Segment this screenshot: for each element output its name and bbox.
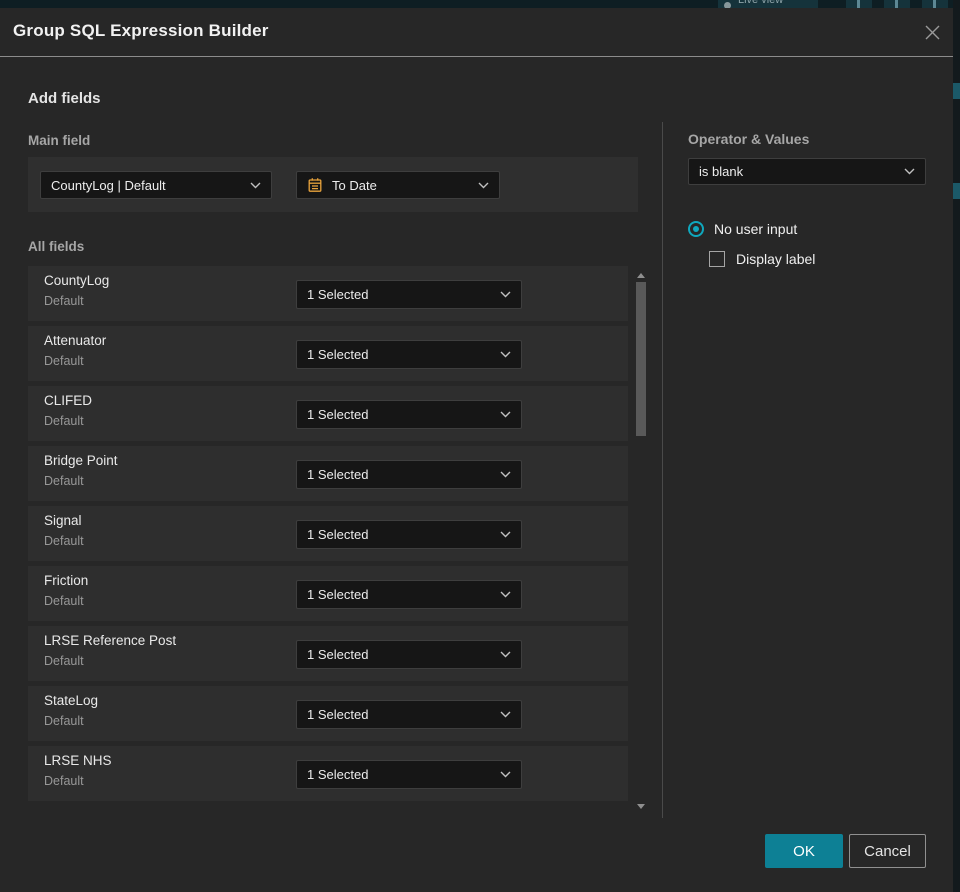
field-name: CountyLog	[44, 273, 110, 288]
field-name: CLIFED	[44, 393, 93, 408]
field-name: LRSE NHS	[44, 753, 112, 768]
chevron-down-icon	[500, 291, 511, 298]
field-subtitle: Default	[44, 354, 84, 368]
chevron-down-icon	[250, 182, 261, 189]
field-row: Bridge Point Default 1 Selected	[28, 446, 628, 501]
scrollbar-down-arrow-icon[interactable]	[637, 804, 645, 809]
app-edge-accent	[953, 83, 960, 99]
checkbox-icon	[709, 251, 725, 267]
selected-count-select[interactable]: 1 Selected	[296, 580, 522, 609]
selected-count-value: 1 Selected	[307, 287, 369, 302]
radio-label: No user input	[714, 221, 798, 237]
toolbar-fragment	[846, 0, 872, 8]
selected-count-value: 1 Selected	[307, 407, 369, 422]
chevron-down-icon	[500, 711, 511, 718]
calendar-icon	[307, 177, 323, 193]
field-type-select[interactable]: To Date	[296, 171, 500, 199]
field-row: LRSE NHS Default 1 Selected	[28, 746, 628, 801]
field-name: LRSE Reference Post	[44, 633, 177, 648]
app-top-strip: Live view	[0, 0, 960, 8]
field-row: StateLog Default 1 Selected	[28, 686, 628, 741]
chevron-down-icon	[904, 168, 915, 175]
selected-count-select[interactable]: 1 Selected	[296, 460, 522, 489]
dialog-title: Group SQL Expression Builder	[13, 21, 269, 40]
group-sql-expression-builder-dialog: Group SQL Expression Builder Add fields …	[0, 8, 953, 892]
chevron-down-icon	[500, 411, 511, 418]
field-row: LRSE Reference Post Default 1 Selected	[28, 626, 628, 681]
list-scrollbar[interactable]	[633, 268, 649, 814]
field-name: Bridge Point	[44, 453, 118, 468]
operator-select-value: is blank	[699, 164, 744, 179]
field-subtitle: Default	[44, 414, 84, 428]
selected-count-value: 1 Selected	[307, 647, 369, 662]
chevron-down-icon	[500, 771, 511, 778]
selected-count-value: 1 Selected	[307, 347, 369, 362]
close-icon	[925, 25, 939, 39]
ok-button[interactable]: OK	[765, 834, 843, 868]
add-fields-heading: Add fields	[28, 90, 101, 107]
main-field-select[interactable]: CountyLog | Default	[40, 171, 272, 199]
selected-count-select[interactable]: 1 Selected	[296, 760, 522, 789]
field-type-select-value: To Date	[332, 177, 377, 193]
checkbox-label: Display label	[736, 251, 816, 267]
scrollbar-up-arrow-icon[interactable]	[637, 273, 645, 278]
selected-count-select[interactable]: 1 Selected	[296, 700, 522, 729]
chevron-down-icon	[500, 471, 511, 478]
operator-select[interactable]: is blank	[688, 158, 926, 185]
field-row: Attenuator Default 1 Selected	[28, 326, 628, 381]
selected-count-value: 1 Selected	[307, 467, 369, 482]
main-field-panel: CountyLog | Default To Date	[28, 157, 638, 212]
field-subtitle: Default	[44, 714, 84, 728]
selected-count-value: 1 Selected	[307, 527, 369, 542]
live-view-indicator[interactable]: Live view	[718, 0, 818, 8]
field-name: Signal	[44, 513, 82, 528]
app-edge-strip	[953, 0, 960, 892]
field-name: Friction	[44, 573, 89, 588]
scrollbar-thumb[interactable]	[636, 282, 646, 436]
field-name: StateLog	[44, 693, 99, 708]
operator-values-label: Operator & Values	[688, 131, 810, 147]
field-subtitle: Default	[44, 534, 84, 548]
pane-divider	[662, 122, 663, 818]
selected-count-value: 1 Selected	[307, 767, 369, 782]
radio-icon	[688, 221, 704, 237]
toolbar-fragment	[922, 0, 948, 8]
field-subtitle: Default	[44, 474, 84, 488]
field-row: CountyLog Default 1 Selected	[28, 266, 628, 321]
toolbar-fragment	[884, 0, 910, 8]
main-field-label: Main field	[28, 133, 91, 148]
field-row: Friction Default 1 Selected	[28, 566, 628, 621]
field-row: CLIFED Default 1 Selected	[28, 386, 628, 441]
all-fields-label: All fields	[28, 239, 85, 254]
chevron-down-icon	[500, 531, 511, 538]
selected-count-select[interactable]: 1 Selected	[296, 520, 522, 549]
selected-count-select[interactable]: 1 Selected	[296, 280, 522, 309]
field-subtitle: Default	[44, 594, 84, 608]
selected-count-value: 1 Selected	[307, 587, 369, 602]
selected-count-select[interactable]: 1 Selected	[296, 340, 522, 369]
cancel-button[interactable]: Cancel	[849, 834, 926, 868]
field-name: Attenuator	[44, 333, 107, 348]
live-view-label: Live view	[738, 0, 784, 6]
field-row: Signal Default 1 Selected	[28, 506, 628, 561]
selected-count-select[interactable]: 1 Selected	[296, 400, 522, 429]
main-field-select-value: CountyLog | Default	[51, 177, 166, 193]
chevron-down-icon	[500, 651, 511, 658]
close-button[interactable]	[915, 14, 949, 50]
field-subtitle: Default	[44, 294, 84, 308]
app-edge-accent	[953, 183, 960, 199]
selected-count-select[interactable]: 1 Selected	[296, 640, 522, 669]
selected-count-value: 1 Selected	[307, 707, 369, 722]
field-subtitle: Default	[44, 654, 84, 668]
chevron-down-icon	[500, 351, 511, 358]
field-subtitle: Default	[44, 774, 84, 788]
chevron-down-icon	[478, 182, 489, 189]
dialog-title-bar: Group SQL Expression Builder	[0, 8, 953, 57]
display-label-checkbox[interactable]: Display label	[709, 250, 815, 268]
chevron-down-icon	[500, 591, 511, 598]
no-user-input-radio[interactable]: No user input	[688, 220, 797, 238]
